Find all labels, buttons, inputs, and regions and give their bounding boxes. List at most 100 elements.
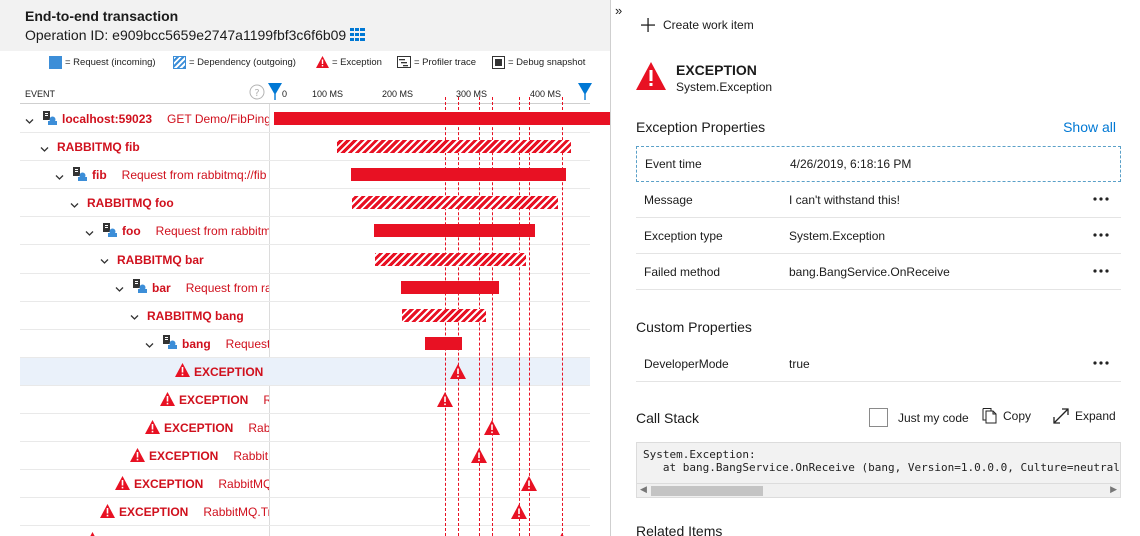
exception-marker-icon[interactable] [511,504,527,524]
legend: = Request (incoming) = Dependency (outgo… [0,56,610,72]
collapse-pane-icon[interactable]: » [615,3,622,18]
exception-row[interactable]: EXCEPTIONRabbitMQ.Trace [20,470,590,499]
range-end-handle-icon[interactable] [578,83,592,100]
request-bar[interactable] [425,336,462,350]
row-detail: Request from rabbitmq [185,280,269,295]
row-name: EXCEPTION [194,364,264,379]
request-row[interactable]: bar Request from rabbitmq [20,274,590,302]
horizontal-scrollbar[interactable]: ◀ ▶ [637,483,1120,497]
call-stack-code[interactable]: System.Exception: at bang.BangService.On… [636,442,1121,498]
dependency-row[interactable]: RABBITMQ bang [20,302,590,330]
row-detail: RabbitMQ.Trace [248,421,269,436]
property-row[interactable]: DeveloperMode true [636,346,1121,382]
tick-label: 0 [282,89,288,99]
operation-id: Operation ID: e909bcc5659e2747a1199fbf3c… [25,27,347,43]
exception-marker-icon[interactable] [437,392,453,412]
show-all-link[interactable]: Show all [1063,119,1116,135]
scrollbar-thumb[interactable] [651,486,763,496]
legend-profiler: = Profiler trace [397,56,476,68]
property-row[interactable]: Message I can't withstand this! [636,182,1121,218]
grid-icon[interactable] [350,28,365,46]
row-label: RABBITMQ bar [100,246,269,274]
profiler-trace-icon [397,56,411,68]
help-icon[interactable]: ? [249,84,265,102]
row-detail: Request from rabbitmq [225,336,269,351]
chevron-down-icon[interactable] [70,199,79,208]
scroll-right-icon[interactable]: ▶ [1110,484,1117,495]
legend-debug: = Debug snapshot [492,56,585,69]
exception-icon [160,391,175,409]
dependency-bar[interactable] [402,308,486,322]
chevron-down-icon[interactable] [55,171,64,180]
chevron-down-icon[interactable] [25,115,34,124]
expand-button[interactable]: Expand [1053,408,1116,424]
call-stack-title: Call Stack [636,410,700,426]
row-name: foo [122,224,141,239]
request-swatch-icon [49,56,62,69]
chevron-down-icon[interactable] [40,143,49,152]
row-label: EXCEPTION RabbitMQ.Trace [130,442,269,470]
exception-marker-icon[interactable] [471,448,487,468]
request-row[interactable]: bang Request from rabbitmq [20,330,590,358]
service-icon [132,278,148,297]
request-bar[interactable] [374,224,535,238]
exception-row[interactable]: EXCEPTION RabbitMQ.Trace [20,386,590,414]
row-detail: Request from rabbitmq://fib [121,168,267,183]
exception-time-line [529,97,530,536]
dependency-bar[interactable] [352,196,558,210]
just-my-code-label: Just my code [898,410,969,425]
row-label: bar Request from rabbitmq [115,274,269,302]
property-row[interactable]: Failed method bang.BangService.OnReceive [636,254,1121,290]
just-my-code-toggle[interactable]: Just my code [869,408,969,427]
exception-row[interactable]: EXCEPTIONRabbitMQ.Trace [20,442,590,471]
more-options-icon[interactable] [1093,190,1109,204]
exception-marker-icon[interactable] [450,363,466,384]
more-options-icon[interactable] [1093,262,1109,276]
exception-row[interactable]: EXCEPTIONRabbitMQ.Trace [20,527,590,536]
chevron-down-icon[interactable] [115,283,124,293]
service-icon [42,110,58,129]
chevron-down-icon[interactable] [100,255,109,264]
legend-dependency: = Dependency (outgoing) [173,56,296,69]
row-name: bar [152,280,171,295]
expand-icon [1053,408,1069,424]
more-options-icon[interactable] [1093,354,1109,368]
request-bar[interactable] [351,168,566,182]
exception-marker-icon[interactable] [484,420,500,440]
legend-exception-label: = Exception [332,56,382,68]
row-name: bang [182,336,211,351]
exception-row[interactable]: EXCEPTIONRabbitMQ.Trace [20,414,590,443]
expand-label: Expand [1075,409,1116,423]
row-name: EXCEPTION [179,393,249,407]
row-label: RABBITMQ foo [70,189,269,217]
row-detail: RabbitMQ.Trace [263,393,269,407]
row-detail: Request from rabbitmq [155,224,269,239]
more-options-icon[interactable] [1093,226,1109,240]
exception-row[interactable]: EXCEPTION [20,357,590,386]
chevron-down-icon[interactable] [145,339,154,349]
tick-label: 300 MS [456,89,488,99]
range-start-handle-icon[interactable] [268,83,282,100]
dependency-bar[interactable] [375,252,526,266]
copy-button[interactable]: Copy [982,408,1031,424]
property-row[interactable]: Event time 4/26/2019, 6:18:16 PM [636,146,1121,182]
request-bar[interactable] [401,280,499,294]
property-row[interactable]: Exception type System.Exception [636,218,1121,254]
scroll-left-icon[interactable]: ◀ [640,484,647,495]
exception-row[interactable]: EXCEPTIONRabbitMQ.Trace [20,498,590,527]
timeline-column-header: EVENT ? 0 100 MS 200 MS 300 MS 400 MS [20,84,590,104]
exception-marker-icon[interactable] [521,476,537,496]
row-name: RABBITMQ bar [117,252,204,267]
just-my-code-checkbox[interactable] [869,408,888,427]
row-detail: GET Demo/FibPing3 [167,112,269,126]
legend-request: = Request (incoming) [49,56,156,69]
row-detail: RabbitMQ.Trace [233,449,269,464]
request-bar[interactable] [274,112,610,125]
chevron-down-icon[interactable] [130,311,139,321]
dependency-bar[interactable] [337,140,571,154]
chevron-down-icon[interactable] [85,227,94,236]
create-work-item-button[interactable]: Create work item [641,18,754,32]
service-icon [102,222,118,241]
exception-header: EXCEPTION System.Exception [636,62,772,94]
exception-marker-icon[interactable] [554,532,570,536]
